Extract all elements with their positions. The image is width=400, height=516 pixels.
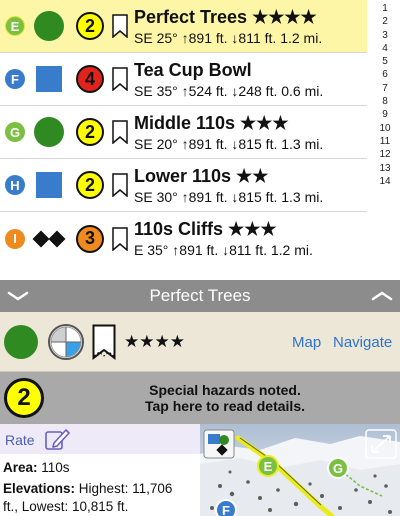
hazard-level-badge: 2 bbox=[76, 171, 104, 199]
area-line: Area: 110s bbox=[3, 458, 70, 477]
run-stats: SE 25° ↑891 ft. ↓811 ft. 1.2 mi. bbox=[134, 29, 323, 46]
run-stats: SE 20° ↑891 ft. ↓815 ft. 1.3 mi. bbox=[134, 135, 324, 152]
run-letter-badge: H bbox=[5, 175, 25, 195]
hazard-line-2: Tap here to read details. bbox=[144, 398, 305, 414]
bookmark-icon[interactable] bbox=[112, 173, 128, 197]
detail-icon-row: ★★★★ Map Navigate bbox=[0, 312, 400, 372]
run-letter-badge: G bbox=[5, 122, 25, 142]
hazard-level-badge: 3 bbox=[76, 224, 104, 253]
elevation-line: Elevations: Highest: 11,706 bbox=[3, 479, 172, 498]
run-row-perfect-trees[interactable]: E 2 Perfect Trees ★★★★ SE 25° ↑891 ft. ↓… bbox=[0, 0, 367, 53]
index-item[interactable]: 11 bbox=[370, 135, 400, 148]
area-value: 110s bbox=[41, 460, 70, 475]
aspect-compass-icon bbox=[48, 324, 84, 360]
index-item[interactable]: 4 bbox=[370, 42, 400, 55]
bookmark-icon[interactable] bbox=[112, 120, 128, 144]
index-item[interactable]: 3 bbox=[370, 29, 400, 42]
run-info-panel: Rate Area: 110s Elevations: Highest: 11,… bbox=[0, 424, 200, 516]
map-marker-g[interactable]: G bbox=[333, 461, 343, 476]
green-circle-icon bbox=[4, 325, 38, 359]
hazard-message: Special hazards noted. Tap here to read … bbox=[50, 382, 400, 414]
index-item[interactable]: 5 bbox=[370, 55, 400, 68]
run-stats: SE 35° ↑524 ft. ↓248 ft. 0.6 mi. bbox=[134, 82, 324, 99]
blue-square-icon bbox=[34, 170, 64, 200]
run-letter-badge: E bbox=[5, 16, 25, 36]
run-stats: E 35° ↑891 ft. ↓811 ft. 1.2 mi. bbox=[134, 242, 313, 258]
run-row-tea-cup-bowl[interactable]: F 4 Tea Cup Bowl SE 35° ↑524 ft. ↓248 ft… bbox=[0, 53, 367, 106]
navigate-link[interactable]: Navigate bbox=[333, 334, 392, 351]
hazard-banner[interactable]: 2 Special hazards noted. Tap here to rea… bbox=[0, 372, 400, 424]
chevron-up-icon[interactable] bbox=[370, 287, 394, 305]
index-item[interactable]: 13 bbox=[370, 162, 400, 175]
index-item[interactable]: 1 bbox=[370, 2, 400, 15]
run-name: Perfect Trees ★★★★ bbox=[134, 6, 317, 27]
run-name: 110s Cliffs ★★★ bbox=[134, 219, 277, 239]
detail-header-bar: Perfect Trees bbox=[0, 280, 400, 312]
elevation-value-cont: ft., Lowest: 10,815 ft. bbox=[3, 499, 129, 514]
green-circle-icon bbox=[34, 117, 64, 147]
run-name: Lower 110s ★★ bbox=[134, 165, 269, 186]
map-marker-e[interactable]: E bbox=[264, 459, 273, 474]
hazard-level-badge: 4 bbox=[76, 65, 104, 93]
run-row-lower-110s[interactable]: H 2 Lower 110s ★★ SE 30° ↑891 ft. ↓815 f… bbox=[0, 159, 367, 212]
index-item[interactable]: 14 bbox=[370, 175, 400, 188]
blue-square-icon bbox=[34, 64, 64, 94]
map-marker-f[interactable]: F bbox=[222, 503, 230, 516]
rate-label[interactable]: Rate bbox=[5, 432, 35, 448]
terrain-map: E G F bbox=[200, 424, 400, 516]
index-item[interactable]: 12 bbox=[370, 148, 400, 161]
index-item[interactable]: 7 bbox=[370, 82, 400, 95]
rate-row[interactable]: Rate bbox=[0, 424, 200, 454]
rating-stars: ★★★★ bbox=[124, 332, 185, 351]
green-circle-icon bbox=[34, 11, 64, 41]
run-name: Middle 110s ★★★ bbox=[134, 112, 289, 133]
index-item[interactable]: 2 bbox=[370, 15, 400, 28]
run-letter-badge: I bbox=[5, 228, 25, 249]
chevron-down-icon[interactable] bbox=[6, 287, 30, 305]
area-label: Area: bbox=[3, 460, 38, 475]
elevation-value: Highest: 11,706 bbox=[78, 481, 173, 496]
hazard-level-badge: 2 bbox=[76, 12, 104, 40]
detail-title: Perfect Trees bbox=[149, 286, 251, 305]
run-stats: SE 30° ↑891 ft. ↓815 ft. 1.3 mi. bbox=[134, 188, 324, 205]
index-item[interactable]: 9 bbox=[370, 108, 400, 121]
elevation-line-2: ft., Lowest: 10,815 ft. bbox=[3, 497, 128, 516]
run-row-middle-110s[interactable]: G 2 Middle 110s ★★★ SE 20° ↑891 ft. ↓815… bbox=[0, 106, 367, 159]
run-list: E 2 Perfect Trees ★★★★ SE 25° ↑891 ft. ↓… bbox=[0, 0, 400, 280]
bookmark-icon[interactable] bbox=[112, 67, 128, 91]
section-index[interactable]: 1 2 3 4 5 6 7 8 9 10 11 12 13 14 bbox=[370, 2, 400, 188]
hazard-line-1: Special hazards noted. bbox=[149, 382, 301, 398]
hazard-level-badge: 2 bbox=[76, 118, 104, 146]
run-letter-badge: F bbox=[5, 69, 25, 89]
run-name: Tea Cup Bowl bbox=[134, 59, 252, 80]
bookmark-icon[interactable] bbox=[92, 324, 116, 360]
edit-pencil-icon[interactable] bbox=[44, 427, 70, 451]
run-row-110s-cliffs[interactable]: I 3 110s Cliffs ★★★ E 35° ↑891 ft. ↓811 … bbox=[0, 212, 367, 265]
bookmark-icon[interactable] bbox=[112, 14, 128, 38]
hazard-level-badge: 2 bbox=[4, 378, 44, 418]
index-item[interactable]: 8 bbox=[370, 95, 400, 108]
index-item[interactable]: 10 bbox=[370, 122, 400, 135]
map-thumbnail[interactable]: E G F bbox=[200, 424, 400, 516]
elevation-label: Elevations: bbox=[3, 481, 76, 496]
map-link[interactable]: Map bbox=[292, 334, 321, 351]
double-black-diamond-icon bbox=[32, 224, 66, 254]
bookmark-icon[interactable] bbox=[112, 226, 128, 251]
index-item[interactable]: 6 bbox=[370, 68, 400, 81]
